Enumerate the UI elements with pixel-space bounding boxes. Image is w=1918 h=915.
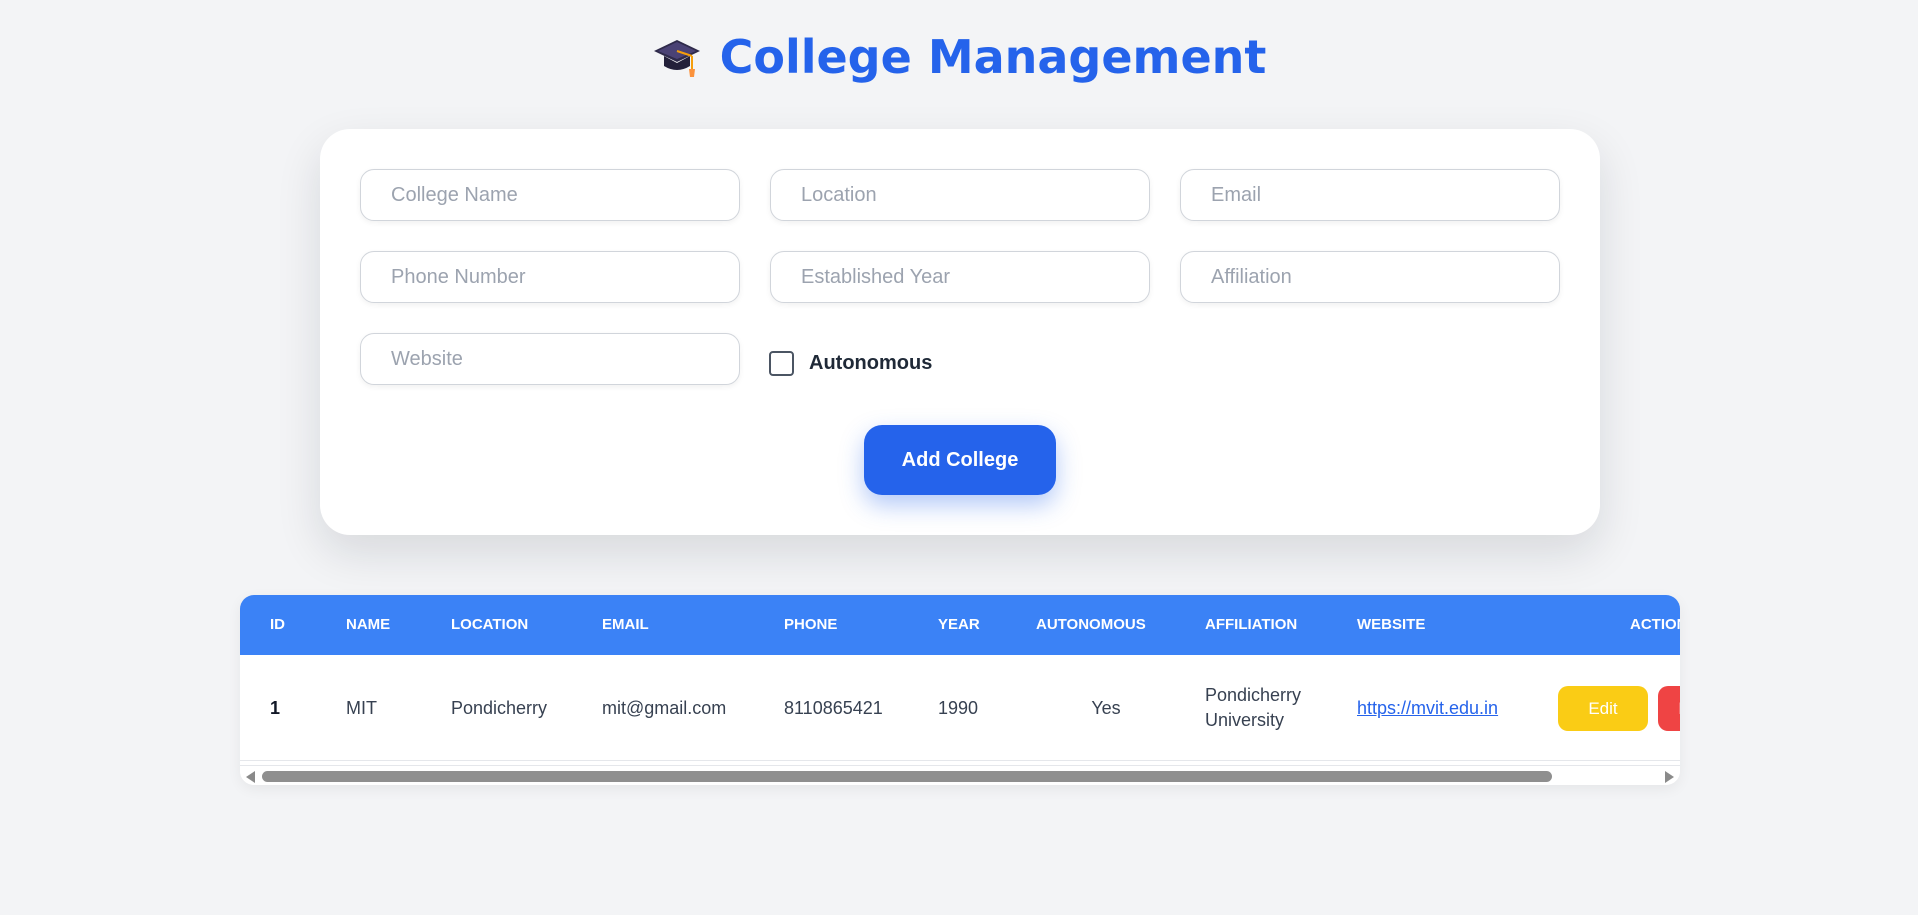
- cell-id: 1: [270, 698, 281, 718]
- autonomous-label: Autonomous: [809, 352, 933, 374]
- column-header-actions: ACTIONS: [1630, 616, 1680, 633]
- table-header: ID NAME LOCATION EMAIL PHONE YEAR AUTONO…: [240, 595, 1680, 655]
- page-title: College Management: [719, 30, 1267, 84]
- column-header-website: WEBSITE: [1357, 616, 1426, 633]
- scroll-left-arrow-icon[interactable]: [246, 771, 255, 783]
- email-input[interactable]: [1180, 169, 1560, 221]
- page-header: College Management: [0, 30, 1918, 84]
- website-input[interactable]: [360, 333, 740, 385]
- horizontal-scrollbar[interactable]: [240, 765, 1680, 785]
- edit-button[interactable]: Edit: [1558, 686, 1648, 731]
- established-year-input[interactable]: [770, 251, 1150, 303]
- add-college-form: Autonomous Add College: [320, 129, 1600, 535]
- cell-email: mit@gmail.com: [602, 698, 727, 718]
- cell-affiliation: Pondicherry University: [1205, 685, 1302, 730]
- phone-number-input[interactable]: [360, 251, 740, 303]
- column-header-name: NAME: [346, 616, 391, 633]
- autonomous-checkbox[interactable]: [769, 351, 794, 376]
- table-row: 1 MIT Pondicherry mit@gmail.com 81108654…: [240, 655, 1680, 761]
- autonomous-option[interactable]: Autonomous: [769, 351, 932, 376]
- cell-website-link[interactable]: https://mvit.edu.in: [1357, 698, 1498, 719]
- column-header-phone: PHONE: [784, 616, 838, 633]
- cell-phone: 8110865421: [784, 698, 883, 718]
- cell-location: Pondicherry: [451, 698, 548, 718]
- column-header-id: ID: [270, 616, 285, 633]
- add-college-button[interactable]: Add College: [864, 425, 1056, 495]
- column-header-affiliation: AFFILIATION: [1205, 616, 1298, 633]
- scroll-right-arrow-icon[interactable]: [1665, 771, 1674, 783]
- column-header-year: YEAR: [938, 616, 980, 633]
- location-input[interactable]: [770, 169, 1150, 221]
- cell-autonomous: Yes: [1091, 698, 1121, 718]
- column-header-email: EMAIL: [602, 616, 649, 633]
- column-header-location: LOCATION: [451, 616, 529, 633]
- colleges-table: ID NAME LOCATION EMAIL PHONE YEAR AUTONO…: [240, 595, 1680, 785]
- affiliation-input[interactable]: [1180, 251, 1560, 303]
- scrollbar-thumb[interactable]: [262, 771, 1552, 782]
- column-header-autonomous: AUTONOMOUS: [1036, 616, 1146, 633]
- delete-button[interactable]: Delete: [1658, 686, 1680, 731]
- college-name-input[interactable]: [360, 169, 740, 221]
- cell-year: 1990: [938, 698, 979, 718]
- graduation-cap-icon: [653, 40, 700, 77]
- cell-name: MIT: [346, 698, 377, 718]
